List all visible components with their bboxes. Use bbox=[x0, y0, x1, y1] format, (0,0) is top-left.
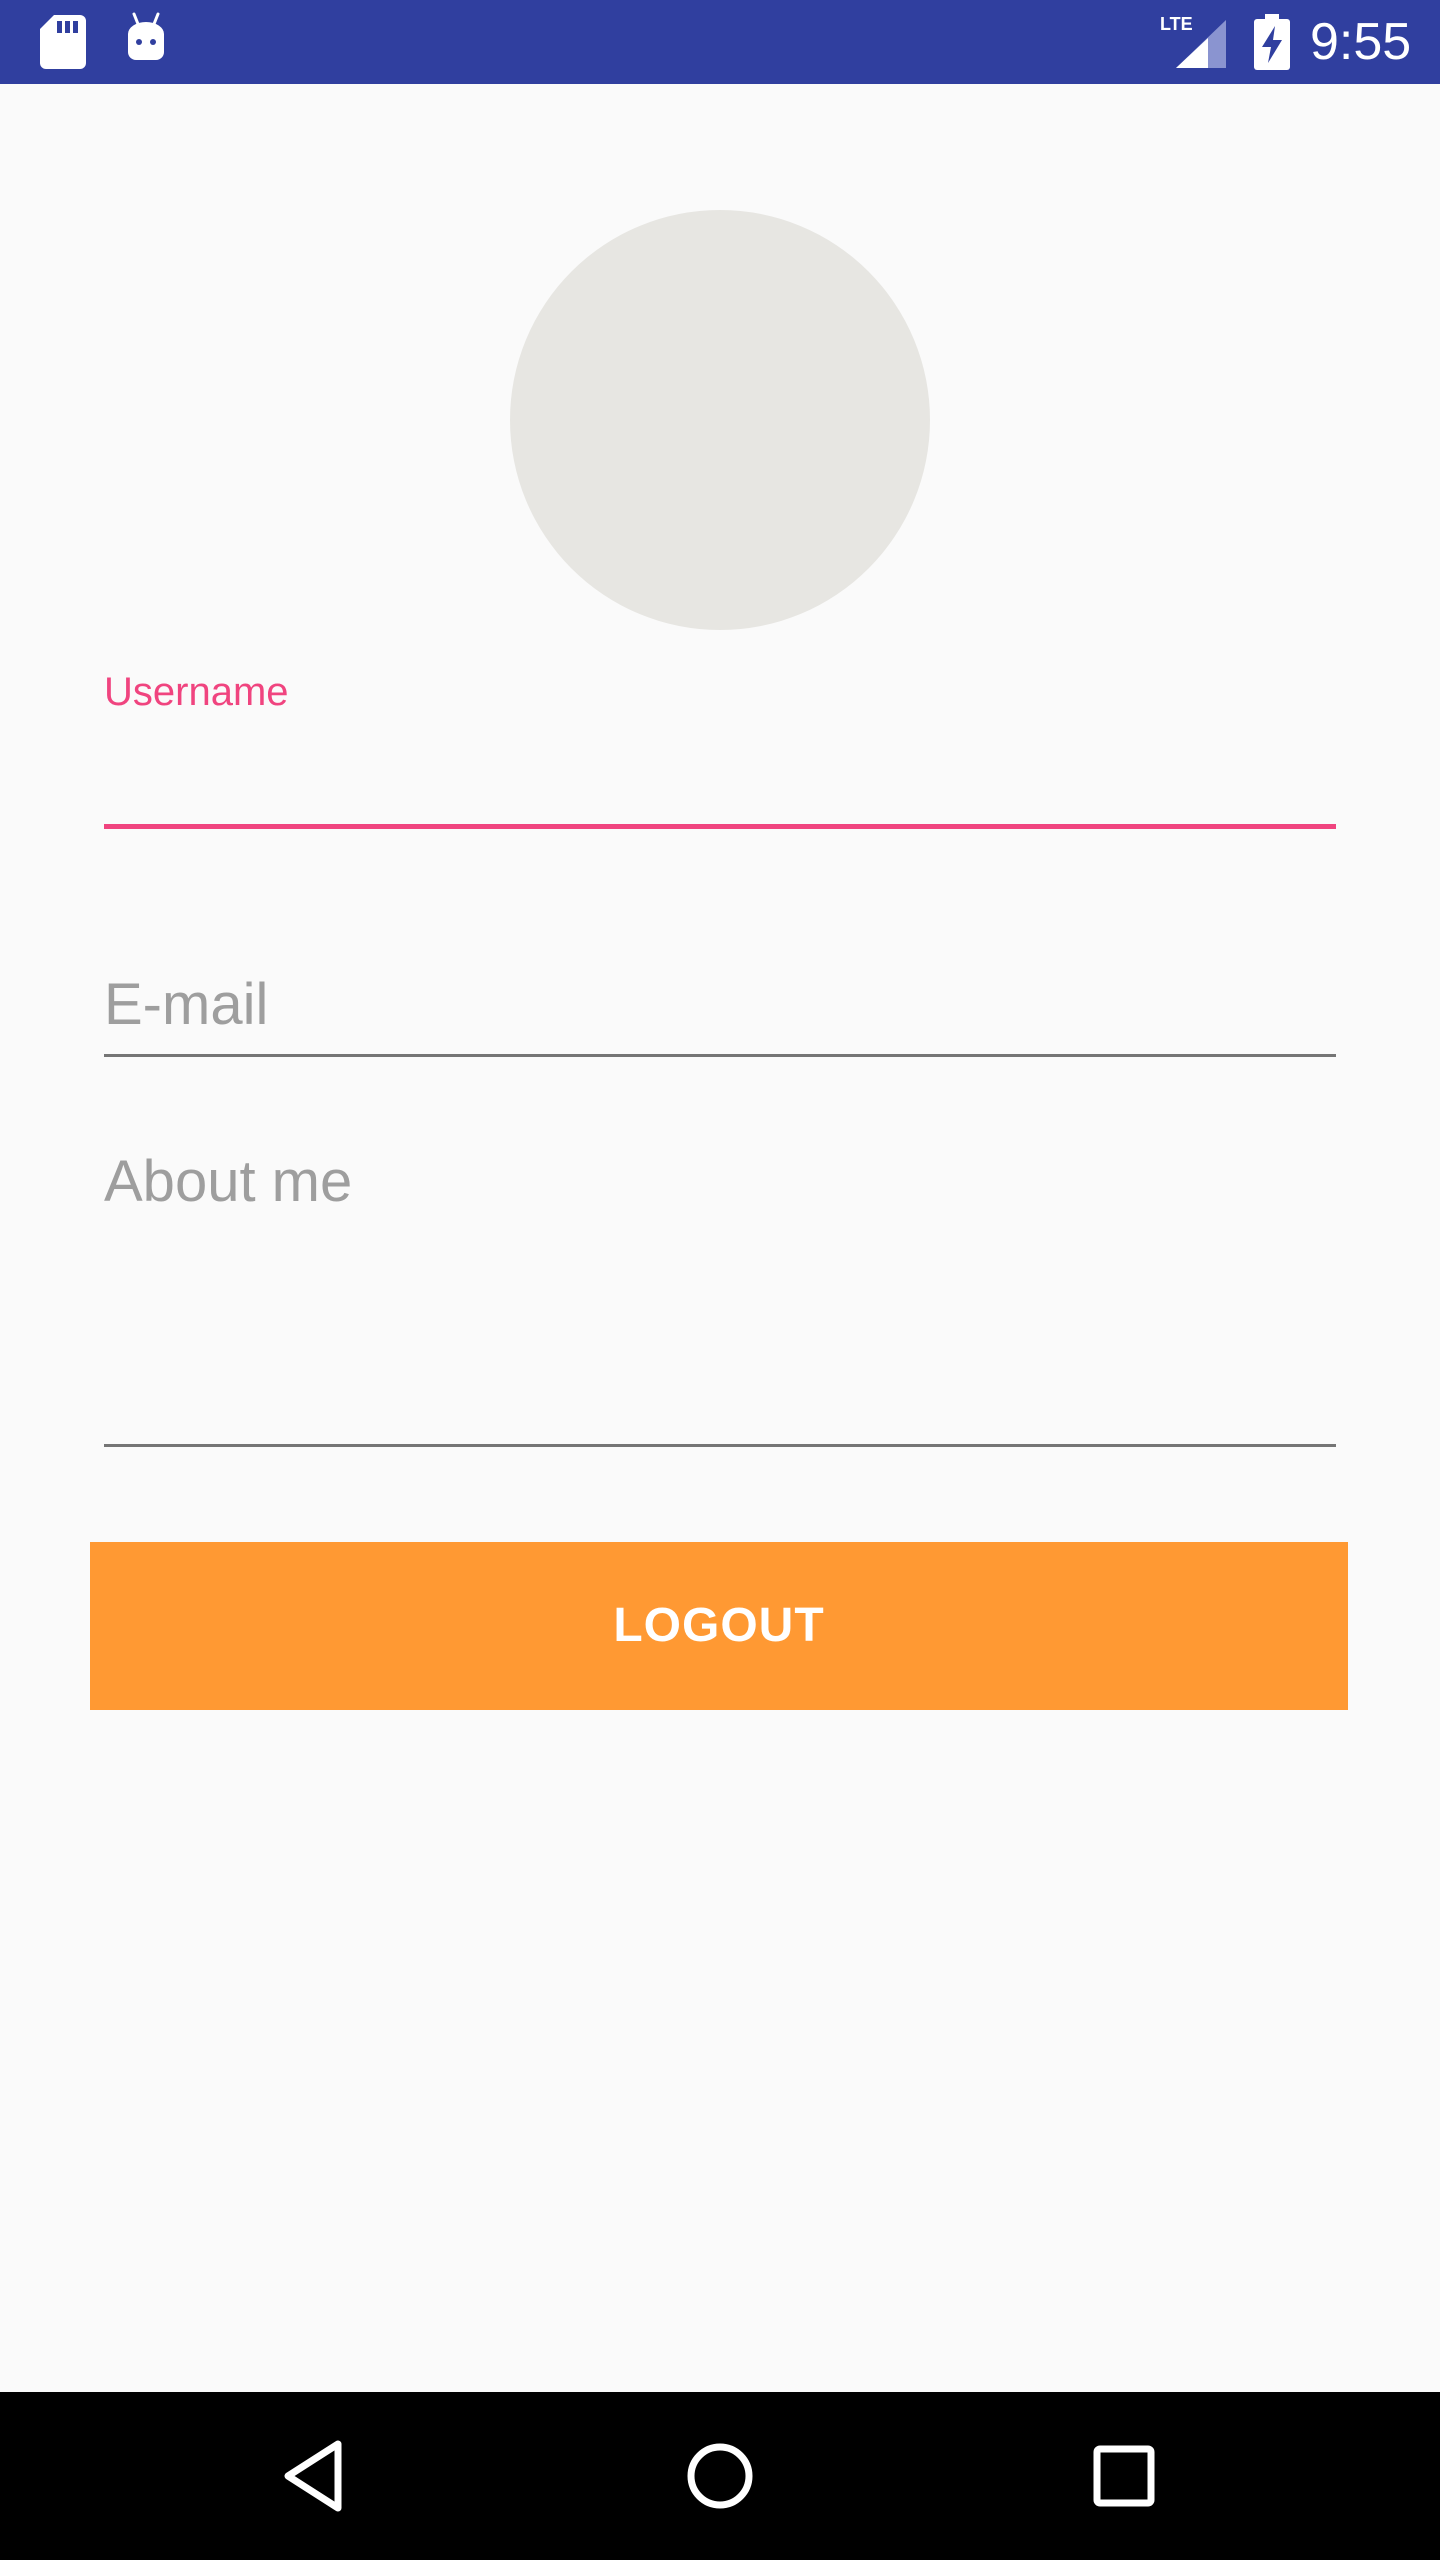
back-icon[interactable] bbox=[266, 2426, 366, 2526]
svg-text:LTE: LTE bbox=[1160, 14, 1193, 34]
email-input[interactable] bbox=[104, 954, 1336, 1057]
avatar[interactable] bbox=[510, 210, 930, 630]
logout-button[interactable]: LOGOUT bbox=[90, 1542, 1348, 1710]
status-clock: 9:55 bbox=[1310, 13, 1412, 71]
recents-icon[interactable] bbox=[1074, 2426, 1174, 2526]
username-input[interactable] bbox=[104, 724, 1336, 829]
profile-screen: Username LOGOUT bbox=[0, 84, 1440, 2392]
home-icon[interactable] bbox=[670, 2426, 770, 2526]
android-debug-icon bbox=[128, 12, 164, 60]
lte-signal-icon: LTE bbox=[1160, 14, 1226, 68]
status-bar: LTE 9:55 bbox=[0, 0, 1440, 84]
about-me-input[interactable] bbox=[104, 1144, 1336, 1447]
username-label: Username bbox=[104, 670, 289, 714]
navigation-bar bbox=[0, 2392, 1440, 2560]
battery-charging-icon bbox=[1254, 14, 1290, 70]
sd-card-icon bbox=[40, 15, 86, 69]
